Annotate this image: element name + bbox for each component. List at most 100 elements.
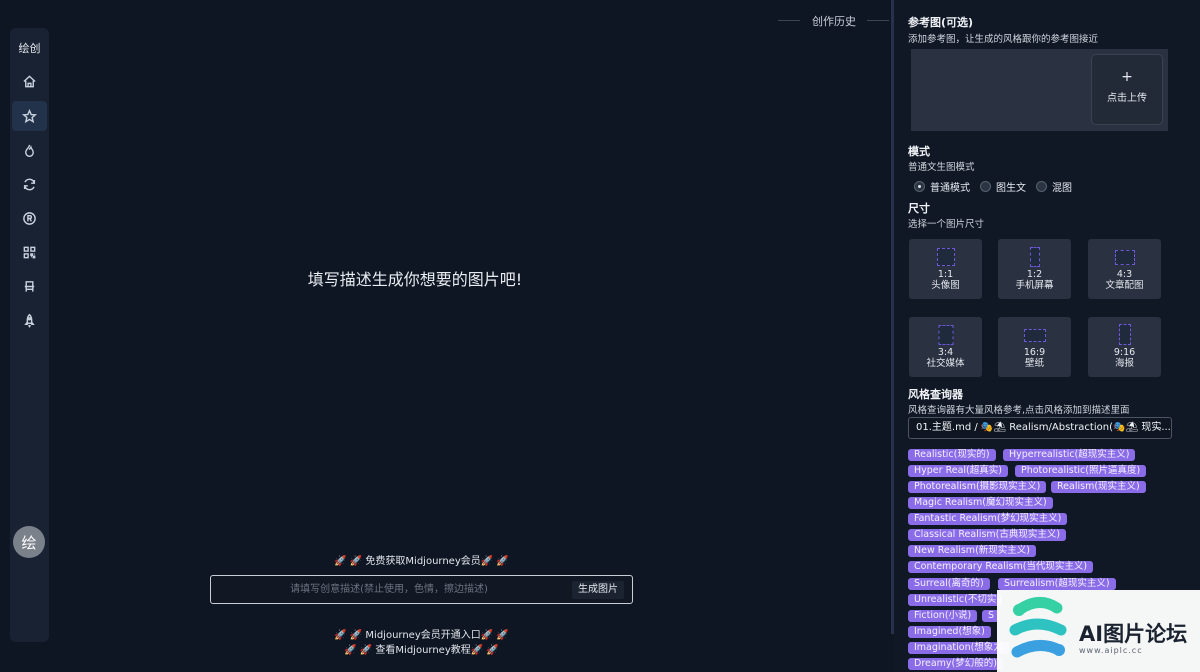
home-icon <box>23 74 36 87</box>
mode-option-blend[interactable]: 混图 <box>1036 179 1072 194</box>
style-tag[interactable]: Fantastic Realism(梦幻现实主义) <box>908 513 1068 525</box>
size-card-1-2[interactable]: 1:2 手机屏幕 <box>998 239 1071 299</box>
history-divider-right <box>867 20 889 21</box>
style-title: 风格查询器 <box>908 388 963 401</box>
star-icon <box>22 108 37 123</box>
style-tag[interactable]: New Realism(新现实主义) <box>908 545 1036 557</box>
rocket-icon <box>24 313 35 328</box>
style-tag[interactable]: Dreamy(梦幻般的) <box>908 658 1003 670</box>
style-select-value: 01.主题.md / 🎭⛱ Realism/Abstraction(🎭⛱ 现实.… <box>916 422 1171 433</box>
style-tag[interactable]: Hyperrealistic(超现实主义) <box>1003 449 1136 461</box>
plus-icon: + <box>1121 69 1133 85</box>
size-ratio: 9:16 <box>1113 347 1136 358</box>
upload-button[interactable]: + 点击上传 <box>1091 54 1163 125</box>
radio-icon <box>1036 181 1047 192</box>
nav-hot[interactable] <box>12 135 47 165</box>
size-card-4-3[interactable]: 4:3 文章配图 <box>1088 239 1161 299</box>
style-tag[interactable]: Realism(现实主义) <box>1051 481 1146 493</box>
size-ratio: 1:2 <box>1026 269 1043 280</box>
style-select[interactable]: 01.主题.md / 🎭⛱ Realism/Abstraction(🎭⛱ 现实.… <box>908 417 1172 439</box>
style-tag[interactable]: Surrealism(超现实主义) <box>998 578 1116 590</box>
style-tag[interactable]: Hyper Real(超真实) <box>908 465 1008 477</box>
size-card-16-9[interactable]: 16:9 壁纸 <box>998 317 1071 377</box>
reference-dropzone: + 点击上传 <box>911 49 1168 131</box>
style-tag[interactable]: Photorealistic(照片逼真度) <box>1015 465 1147 477</box>
prompt-bar: 生成图片 <box>210 575 633 604</box>
watermark-text: AI图片论坛 <box>1079 622 1188 646</box>
registered-icon <box>23 211 36 225</box>
style-tag[interactable]: Photorealism(摄影现实主义) <box>908 481 1047 493</box>
ratio-1-1-icon <box>936 248 955 266</box>
ratio-4-3-icon <box>1114 250 1135 265</box>
qr-code-icon <box>23 246 36 258</box>
ratio-3-4-icon <box>938 325 953 345</box>
settings-panel: 参考图(可选) 添加参考图，让生成的风格跟你的参考图接近 + 点击上传 模式 普… <box>894 0 1200 672</box>
size-card-1-1[interactable]: 1:1 头像图 <box>909 239 982 299</box>
upload-label: 点击上传 <box>1107 93 1147 104</box>
ratio-16-9-icon <box>1023 329 1046 342</box>
prompt-input[interactable] <box>219 580 559 599</box>
size-title: 尺寸 <box>908 202 930 215</box>
mode-title: 模式 <box>908 145 930 158</box>
promo-free-link[interactable]: 🚀 🚀 免费获取Midjourney会员🚀 🚀 <box>210 552 633 567</box>
mode-option-label: 图生文 <box>996 183 1026 194</box>
refresh-icon <box>23 178 36 190</box>
style-tag[interactable]: Magic Realism(魔幻现实主义) <box>908 497 1053 509</box>
style-tag[interactable]: Unrealistic(不切实 <box>908 594 1003 606</box>
size-name: 壁纸 <box>1024 358 1044 369</box>
radio-icon <box>980 181 991 192</box>
reference-title: 参考图(可选) <box>908 16 974 29</box>
size-ratio: 1:1 <box>937 269 954 280</box>
generate-button[interactable]: 生成图片 <box>572 581 624 599</box>
reference-subtitle: 添加参考图，让生成的风格跟你的参考图接近 <box>908 34 1099 45</box>
size-name: 海报 <box>1114 358 1134 369</box>
size-card-9-16[interactable]: 9:16 海报 <box>1088 317 1161 377</box>
style-tag[interactable]: Contemporary Realism(当代现实主义) <box>908 561 1094 573</box>
radio-selected-icon <box>914 181 925 192</box>
mode-option-normal[interactable]: 普通模式 <box>914 179 970 194</box>
nav-registered[interactable] <box>12 203 47 233</box>
size-ratio: 16:9 <box>1023 347 1046 358</box>
size-name: 头像图 <box>931 280 960 291</box>
style-tag[interactable]: Classical Realism(古典现实主义) <box>908 529 1067 541</box>
watermark-logo-icon <box>1009 597 1067 658</box>
flame-icon <box>25 144 34 157</box>
history-title[interactable]: 创作历史 <box>806 13 862 29</box>
brand-logo: 绘创 <box>18 42 41 55</box>
size-name: 社交媒体 <box>926 358 965 369</box>
watermark: AI图片论坛 www.aiplc.cc <box>997 590 1200 672</box>
nav-seat[interactable] <box>12 271 47 301</box>
style-tag[interactable]: Imagination(想象力 <box>908 642 1009 654</box>
size-name: 手机屏幕 <box>1015 280 1054 291</box>
size-ratio: 4:3 <box>1116 269 1133 280</box>
ratio-9-16-icon <box>1118 324 1131 345</box>
nav-refresh[interactable] <box>12 169 47 199</box>
mode-subtitle: 普通文生图模式 <box>908 162 975 173</box>
ratio-1-2-icon <box>1029 247 1040 267</box>
size-subtitle: 选择一个图片尺寸 <box>908 219 985 230</box>
mode-radio-group: 普通模式 图生文 混图 <box>914 179 1072 194</box>
mode-option-label: 普通模式 <box>930 183 970 194</box>
style-tag[interactable]: Realistic(现实的) <box>908 449 996 461</box>
nav-launch[interactable] <box>12 305 47 335</box>
style-tag[interactable]: Surreal(离奇的) <box>908 578 990 590</box>
style-subtitle: 风格查询器有大量风格参考,点击风格添加到描述里面 <box>908 405 1130 416</box>
style-tag[interactable]: Imagined(想象) <box>908 626 991 638</box>
size-card-3-4[interactable]: 3:4 社交媒体 <box>909 317 982 377</box>
sidebar: 绘创 绘 <box>10 28 49 642</box>
watermark-url: www.aiplc.cc <box>1079 646 1143 655</box>
size-name: 文章配图 <box>1105 280 1144 291</box>
promo-tutorial-link[interactable]: 🚀 🚀 查看Midjourney教程🚀 🚀 <box>210 641 633 656</box>
size-ratio: 3:4 <box>937 347 954 358</box>
empty-state-message: 填写描述生成你想要的图片吧! <box>307 270 523 289</box>
history-divider-left <box>778 20 800 21</box>
nav-qrcode[interactable] <box>12 237 47 267</box>
chevron-down-icon: ⌄ <box>1155 423 1163 433</box>
nav-home[interactable] <box>12 66 47 96</box>
mode-option-img2text[interactable]: 图生文 <box>980 179 1026 194</box>
avatar[interactable]: 绘 <box>13 526 45 558</box>
chair-icon <box>24 280 35 292</box>
nav-favorites[interactable] <box>12 101 47 131</box>
promo-member-link[interactable]: 🚀 🚀 Midjourney会员开通入口🚀 🚀 <box>210 626 633 641</box>
style-tag[interactable]: Fiction(小说) <box>908 610 978 622</box>
